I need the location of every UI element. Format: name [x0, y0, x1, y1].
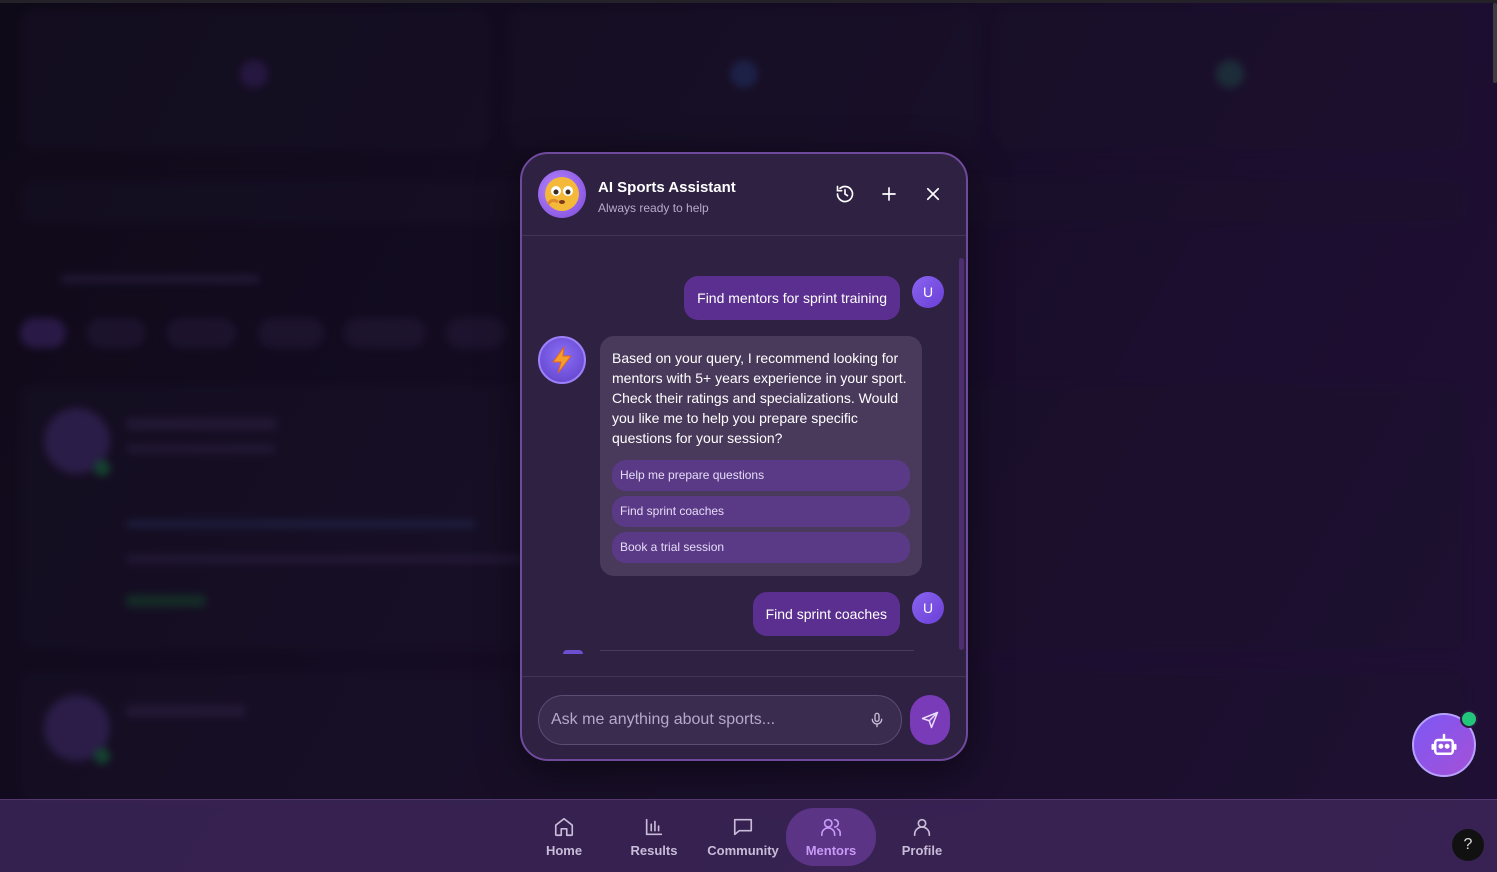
ai-assistant-chat-window: AI Sports Assistant Always ready to help…: [520, 152, 968, 761]
plus-icon: [882, 187, 896, 201]
chat-input-box: [538, 695, 902, 745]
assistant-avatar: [538, 170, 586, 218]
user-message: Find mentors for sprint training: [684, 276, 900, 320]
chat-input-area: [522, 676, 966, 759]
bot-message-partial: [600, 650, 914, 652]
chat-header: AI Sports Assistant Always ready to help: [522, 154, 966, 236]
nav-community[interactable]: Community: [698, 808, 788, 866]
chat-input[interactable]: [551, 696, 851, 744]
nav-results[interactable]: Results: [609, 808, 699, 866]
history-icon: [836, 185, 854, 203]
close-icon: [926, 187, 940, 201]
thinking-face-icon: [545, 177, 579, 211]
bot-message: Based on your query, I recommend looking…: [600, 336, 922, 576]
lightning-icon: [552, 346, 573, 374]
user-avatar: U: [912, 592, 944, 624]
help-button[interactable]: ?: [1452, 829, 1484, 861]
close-chat-button[interactable]: [921, 182, 945, 206]
nav-home-label: Home: [545, 843, 583, 858]
microphone-button[interactable]: [867, 710, 887, 730]
bot-avatar-partial: [563, 650, 583, 654]
nav-home[interactable]: Home: [519, 808, 609, 866]
nav-profile[interactable]: Profile: [877, 808, 967, 866]
chat-title: AI Sports Assistant: [598, 179, 736, 196]
user-icon: [913, 818, 931, 837]
user-avatar: U: [912, 276, 944, 308]
new-chat-button[interactable]: [877, 182, 901, 206]
microphone-icon: [871, 712, 883, 728]
chat-messages[interactable]: Find mentors for sprint training U Based…: [522, 236, 966, 654]
user-message: Find sprint coaches: [752, 592, 900, 636]
bar-chart-icon: [645, 818, 663, 836]
bot-avatar: [538, 336, 586, 384]
nav-community-label: Community: [707, 843, 779, 858]
message-icon: [733, 818, 753, 836]
chat-scrollbar[interactable]: [959, 258, 964, 650]
nav-results-label: Results: [630, 843, 678, 858]
home-icon: [554, 817, 574, 837]
nav-mentors[interactable]: Mentors: [786, 808, 876, 866]
nav-profile-label: Profile: [901, 843, 943, 858]
quick-reply-prepare-questions[interactable]: Help me prepare questions: [612, 460, 910, 491]
users-icon: [821, 818, 841, 837]
online-status-dot: [1460, 710, 1478, 728]
bottom-navigation: Home Results Community Mentors Profile: [0, 799, 1497, 872]
nav-mentors-label: Mentors: [805, 843, 857, 858]
quick-reply-find-sprint-coaches[interactable]: Find sprint coaches: [612, 496, 910, 527]
robot-icon: [1431, 733, 1457, 755]
bot-message-text: Based on your query, I recommend looking…: [612, 350, 907, 446]
quick-reply-book-trial[interactable]: Book a trial session: [612, 532, 910, 563]
send-button[interactable]: [910, 695, 950, 745]
send-icon: [921, 711, 939, 729]
chat-subtitle: Always ready to help: [598, 201, 709, 215]
history-button[interactable]: [833, 182, 857, 206]
